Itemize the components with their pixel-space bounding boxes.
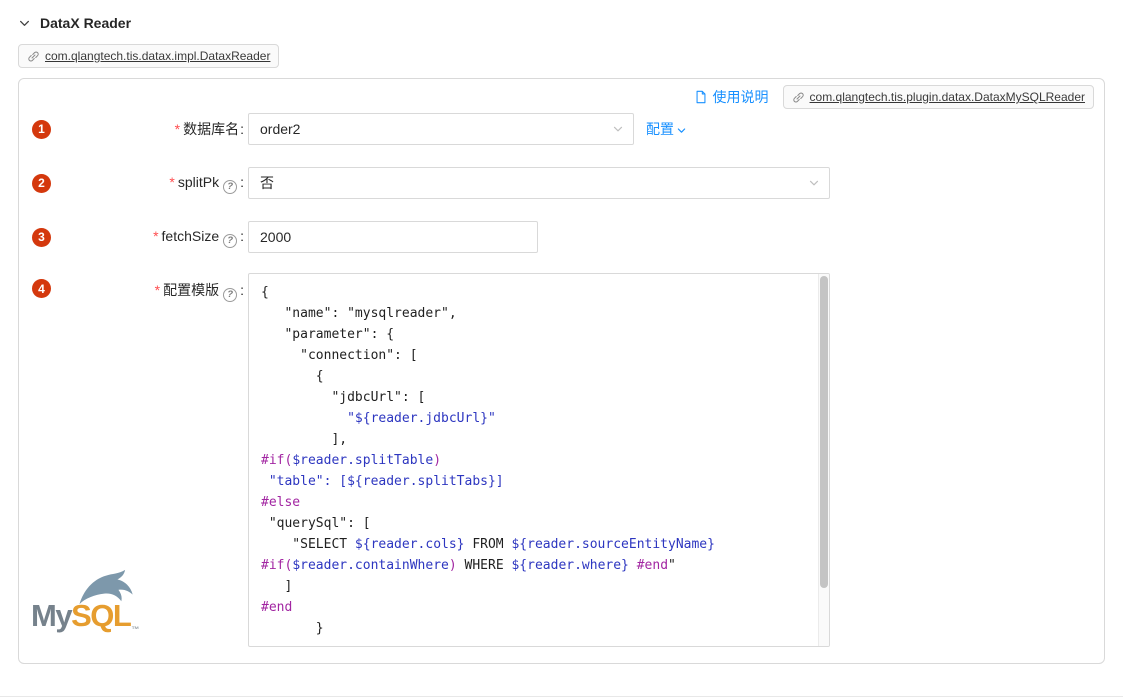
- chevron-down-icon: [19, 18, 30, 29]
- field-row-fetchsize: 3 *fetchSize?:: [19, 221, 1104, 253]
- code-editor-scrollbar[interactable]: [818, 274, 829, 646]
- reader-impl-tag[interactable]: com.qlangtech.tis.datax.impl.DataxReader: [18, 44, 279, 68]
- field-row-splitpk: 2 *splitPk?: 否: [19, 167, 1104, 199]
- code-editor-content: { "name": "mysqlreader", "parameter": { …: [249, 274, 829, 647]
- help-icon[interactable]: ?: [223, 234, 237, 248]
- field-row-template: 4 *配置模版?: { "name": "mysqlreader", "para…: [19, 273, 1104, 647]
- splitpk-select[interactable]: 否: [248, 167, 830, 199]
- panel-header: 使用说明 com.qlangtech.tis.plugin.datax.Data…: [19, 79, 1104, 109]
- fetchsize-label: *fetchSize?:: [51, 226, 244, 248]
- link-icon: [792, 91, 805, 104]
- help-icon[interactable]: ?: [223, 180, 237, 194]
- field-index-badge: 1: [32, 120, 51, 139]
- field-index-badge: 2: [32, 174, 51, 193]
- field-index-badge: 4: [32, 279, 51, 298]
- required-mark: *: [175, 121, 180, 137]
- chevron-down-icon: [613, 124, 623, 134]
- field-index-badge: 3: [32, 228, 51, 247]
- required-mark: *: [153, 228, 158, 244]
- mysql-logo-text: MySQL™: [31, 601, 156, 645]
- scrollbar-thumb[interactable]: [820, 276, 828, 588]
- dbname-select[interactable]: order2: [248, 113, 634, 145]
- usage-doc-link[interactable]: 使用说明: [694, 87, 769, 107]
- usage-doc-label: 使用说明: [713, 87, 769, 107]
- reader-config-panel: 使用说明 com.qlangtech.tis.plugin.datax.Data…: [18, 78, 1105, 664]
- splitpk-label: *splitPk?:: [51, 172, 244, 194]
- fetchsize-input[interactable]: [248, 221, 538, 253]
- plugin-impl-tag[interactable]: com.qlangtech.tis.plugin.datax.DataxMySQ…: [783, 85, 1094, 109]
- config-link[interactable]: 配置: [646, 119, 686, 139]
- code-editor[interactable]: { "name": "mysqlreader", "parameter": { …: [248, 273, 830, 647]
- dbname-label: *数据库名:: [51, 119, 244, 139]
- field-row-dbname: 1 *数据库名: order2 配置: [19, 113, 1104, 145]
- datax-reader-collapse-header[interactable]: DataX Reader: [0, 0, 1123, 31]
- datax-reader-page: DataX Reader com.qlangtech.tis.datax.imp…: [0, 0, 1123, 697]
- plugin-impl-link[interactable]: com.qlangtech.tis.plugin.datax.DataxMySQ…: [810, 89, 1085, 105]
- mysql-logo: MySQL™: [31, 568, 156, 645]
- link-icon: [27, 50, 40, 63]
- reader-impl-link[interactable]: com.qlangtech.tis.datax.impl.DataxReader: [45, 48, 270, 64]
- required-mark: *: [155, 282, 160, 298]
- help-icon[interactable]: ?: [223, 288, 237, 302]
- template-label: *配置模版?:: [51, 280, 244, 302]
- dbname-select-value: order2: [260, 121, 300, 137]
- chevron-down-icon: [677, 126, 686, 135]
- splitpk-select-value: 否: [260, 173, 274, 193]
- section-title: DataX Reader: [40, 15, 131, 31]
- chevron-down-icon: [809, 178, 819, 188]
- required-mark: *: [169, 174, 174, 190]
- document-icon: [694, 90, 708, 104]
